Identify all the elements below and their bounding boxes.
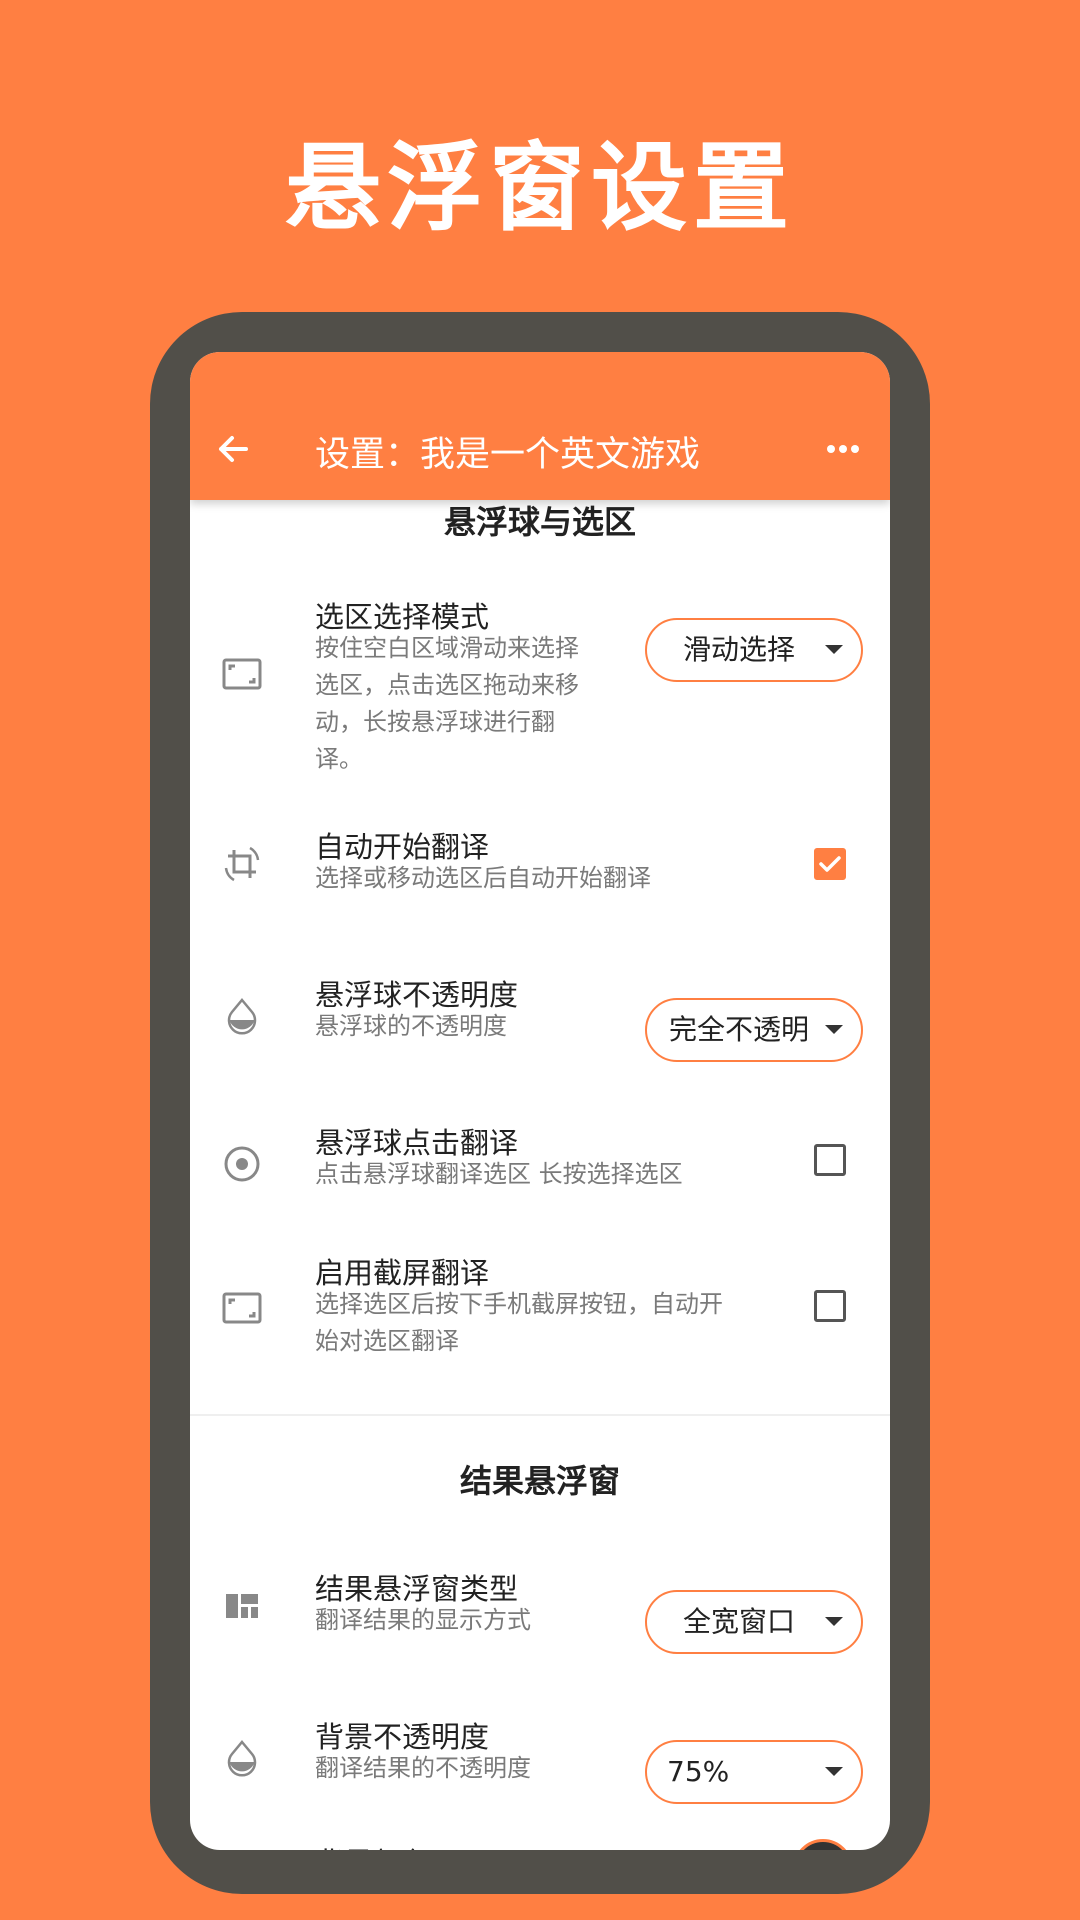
opacity-drop-icon: [227, 998, 257, 1035]
dropdown-arrow-icon: [825, 645, 843, 654]
section-divider: [190, 1414, 890, 1416]
bg-opacity-dropdown[interactable]: 75%: [645, 1740, 863, 1804]
setting-ball-click[interactable]: 悬浮球点击翻译 点击悬浮球翻译选区 长按选择选区: [190, 1108, 890, 1218]
promo-title: 悬浮窗设置: [285, 132, 795, 244]
dropdown-value: 完全不透明: [668, 1013, 809, 1046]
setting-description: 翻译结果的不透明度: [315, 1754, 531, 1782]
setting-description: 按住空白区域滑动来选择 选区，点击选区拖动来移 动，长按悬浮球进行翻 译。: [315, 634, 579, 773]
back-button[interactable]: [206, 422, 260, 476]
screenshot-checkbox[interactable]: [814, 1290, 846, 1322]
setting-bg-color[interactable]: 背景颜色: [190, 1830, 890, 1850]
setting-description: 选择选区后按下手机截屏按钮，自动开 始对选区翻译: [315, 1290, 723, 1355]
page-title: 设置：我是一个英文游戏: [315, 435, 701, 475]
section-title-result: 结果悬浮窗: [459, 1462, 620, 1500]
setting-description: 点击悬浮球翻译选区 长按选择选区: [315, 1160, 683, 1188]
setting-screenshot[interactable]: 启用截屏翻译 选择选区后按下手机截屏按钮，自动开 始对选区翻译: [190, 1238, 890, 1378]
more-options-button[interactable]: [816, 422, 870, 476]
setting-description: 翻译结果的显示方式: [315, 1606, 531, 1634]
selection-frame-icon: [222, 1292, 262, 1324]
setting-description: 悬浮球的不透明度: [315, 1012, 507, 1040]
setting-description: 选择或移动选区后自动开始翻译: [315, 864, 651, 892]
setting-bg-opacity[interactable]: 背景不透明度 翻译结果的不透明度 75%: [190, 1702, 890, 1812]
dropdown-value: 75%: [667, 1755, 730, 1788]
arrow-back-icon: [219, 436, 248, 462]
opacity-drop-icon: [227, 1740, 257, 1777]
dropdown-arrow-icon: [825, 1617, 843, 1626]
setting-select-mode[interactable]: 选区选择模式 按住空白区域滑动来选择 选区，点击选区拖动来移 动，长按悬浮球进行…: [190, 582, 890, 773]
dropdown-value: 全宽窗口: [682, 1605, 795, 1638]
dashboard-icon: [226, 1594, 258, 1618]
check-icon: [819, 856, 841, 872]
selection-frame-icon: [222, 658, 262, 690]
setting-title: 背景颜色: [315, 1840, 431, 1850]
ball-click-checkbox[interactable]: [814, 1144, 846, 1176]
select-mode-dropdown[interactable]: 滑动选择: [645, 618, 863, 682]
dropdown-arrow-icon: [825, 1025, 843, 1034]
window-type-dropdown[interactable]: 全宽窗口: [645, 1590, 863, 1654]
crop-rotate-icon: [224, 846, 260, 882]
radio-target-icon: [224, 1146, 260, 1182]
phone-screen: 设置：我是一个英文游戏 悬浮球与选区 选区选择模式 按住空白区域滑动来选择 选区…: [190, 352, 890, 1850]
dropdown-arrow-icon: [825, 1767, 843, 1776]
more-horiz-icon: [827, 445, 859, 453]
section-title-float-ball: 悬浮球与选区: [443, 503, 636, 541]
dropdown-value: 滑动选择: [682, 633, 795, 666]
setting-ball-opacity[interactable]: 悬浮球不透明度 悬浮球的不透明度 完全不透明: [190, 960, 890, 1070]
phone-frame: 设置：我是一个英文游戏 悬浮球与选区 选区选择模式 按住空白区域滑动来选择 选区…: [150, 312, 930, 1894]
auto-translate-checkbox[interactable]: [814, 848, 846, 880]
setting-auto-translate[interactable]: 自动开始翻译 选择或移动选区后自动开始翻译: [190, 812, 890, 922]
ball-opacity-dropdown[interactable]: 完全不透明: [645, 998, 863, 1062]
setting-window-type[interactable]: 结果悬浮窗类型 翻译结果的显示方式 全宽窗口: [190, 1554, 890, 1664]
app-bar: 设置：我是一个英文游戏: [190, 352, 890, 500]
